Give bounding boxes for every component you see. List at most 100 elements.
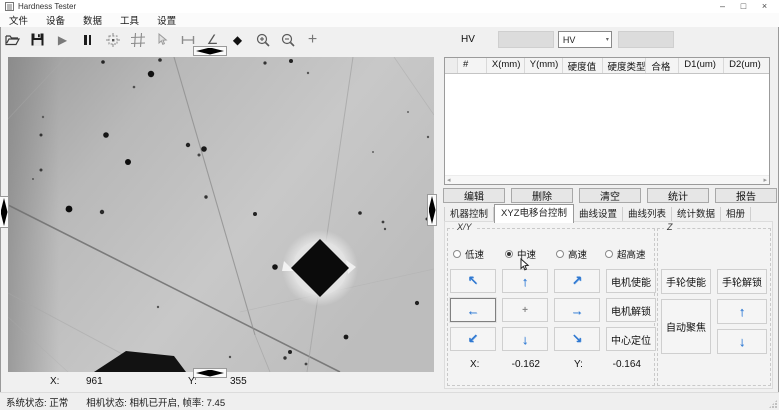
indent-marker-button[interactable]: ◆ xyxy=(225,29,250,51)
zoom-in-button[interactable] xyxy=(250,29,275,51)
maximize-button[interactable]: □ xyxy=(733,0,754,13)
tab-stats-data[interactable]: 统计数据 xyxy=(672,207,721,222)
stage-y-value: -0.164 xyxy=(591,359,641,370)
clear-button[interactable]: 清空 xyxy=(579,188,641,203)
radio-icon xyxy=(453,250,461,258)
tab-curve-list[interactable]: 曲线列表 xyxy=(623,207,672,222)
hv-secondary-field[interactable] xyxy=(618,31,674,48)
stage-marker-right xyxy=(427,194,437,226)
z-down-button[interactable]: ↓ xyxy=(717,329,767,354)
results-table-header: # X(mm) Y(mm) 硬度值 硬度类型 合格 D1(um) D2(um) xyxy=(445,58,769,74)
tab-album[interactable]: 相册 xyxy=(721,207,751,222)
scroll-right-icon[interactable]: ▸ xyxy=(763,177,767,184)
menu-file[interactable]: 文件 xyxy=(0,13,37,27)
radio-checked-icon xyxy=(505,250,513,258)
table-horizontal-scrollbar[interactable]: ◂ ▸ xyxy=(445,175,769,184)
stage-position-readout: X: -0.162 Y: -0.164 xyxy=(448,359,654,373)
autofocus-button[interactable]: 自动聚焦 xyxy=(661,299,711,354)
camera-y-label: Y: xyxy=(188,376,197,387)
jog-up-left-button[interactable]: ↖ xyxy=(450,269,496,293)
arrow-up-right-icon: ↗ xyxy=(572,273,583,289)
menu-tools[interactable]: 工具 xyxy=(111,13,148,27)
motor-unlock-button[interactable]: 电机解锁 xyxy=(606,298,656,322)
stage-x-label: X: xyxy=(470,359,479,370)
jog-up-right-button[interactable]: ↗ xyxy=(554,269,600,293)
col-d2-um[interactable]: D2(um) xyxy=(724,58,769,73)
grid-icon xyxy=(131,33,145,47)
pointer-button[interactable] xyxy=(150,29,175,51)
control-tabs: 机器控制 XYZ电移台控制 曲线设置 曲线列表 统计数据 相册 xyxy=(444,204,777,222)
scroll-left-icon[interactable]: ◂ xyxy=(447,177,451,184)
hardness-unit-select[interactable]: HV ▾ xyxy=(558,31,612,48)
open-folder-icon xyxy=(5,33,20,46)
jog-center-button[interactable]: + xyxy=(502,298,548,322)
status-bar: 系统状态: 正常 相机状态: 相机已开启, 帧率: 7.45 xyxy=(0,392,779,410)
edit-button[interactable]: 编辑 xyxy=(443,188,505,203)
save-icon xyxy=(31,33,44,46)
col-d1-um[interactable]: D1(um) xyxy=(679,58,724,73)
hv-value-field[interactable] xyxy=(498,31,554,48)
play-button[interactable]: ▶ xyxy=(50,29,75,51)
pointer-cursor-icon xyxy=(157,33,168,46)
col-y-mm[interactable]: Y(mm) xyxy=(525,58,563,73)
delete-button[interactable]: 删除 xyxy=(511,188,573,203)
menu-data[interactable]: 数据 xyxy=(74,13,111,27)
focus-target-button[interactable] xyxy=(100,29,125,51)
stage-y-label: Y: xyxy=(574,359,583,370)
open-folder-button[interactable] xyxy=(0,29,25,51)
menu-settings[interactable]: 设置 xyxy=(148,13,185,27)
speed-high-radio[interactable]: 高速 xyxy=(556,247,587,261)
system-status-text: 系统状态: 正常 xyxy=(6,395,68,409)
col-pass[interactable]: 合格 xyxy=(646,58,679,73)
z-up-button[interactable]: ↑ xyxy=(717,299,767,324)
crosshair-button[interactable]: + xyxy=(300,29,325,51)
stage-marker-top xyxy=(193,46,227,56)
camera-x-label: X: xyxy=(50,376,59,387)
arrow-down-right-icon: ↘ xyxy=(572,331,583,347)
save-button[interactable] xyxy=(25,29,50,51)
handwheel-enable-button[interactable]: 手轮使能 xyxy=(661,269,711,294)
arrow-up-icon: ↑ xyxy=(522,274,529,289)
col-index[interactable]: # xyxy=(458,58,487,73)
zoom-out-button[interactable] xyxy=(275,29,300,51)
zoom-out-icon xyxy=(281,33,295,47)
focus-target-icon xyxy=(106,33,120,47)
col-hardness-type[interactable]: 硬度类型 xyxy=(603,58,647,73)
grid-button[interactable] xyxy=(125,29,150,51)
jog-up-button[interactable]: ↑ xyxy=(502,269,548,293)
speed-ultra-radio[interactable]: 超高速 xyxy=(605,247,646,261)
tab-xyz-stage-control[interactable]: XYZ电移台控制 xyxy=(494,204,574,223)
col-x-mm[interactable]: X(mm) xyxy=(487,58,525,73)
zoom-in-icon xyxy=(256,33,270,47)
minimize-button[interactable]: – xyxy=(712,0,733,13)
camera-status-text: 相机状态: 相机已开启, 帧率: 7.45 xyxy=(86,395,225,409)
crosshair-plus-icon: + xyxy=(308,32,317,48)
row-selector-header xyxy=(445,58,458,73)
close-button[interactable]: × xyxy=(754,0,775,13)
jog-down-button[interactable]: ↓ xyxy=(502,327,548,351)
z-groupbox: Z 手轮使能 手轮解锁 自动聚焦 ↑ ↓ xyxy=(657,228,771,386)
jog-down-right-button[interactable]: ↘ xyxy=(554,327,600,351)
results-table: # X(mm) Y(mm) 硬度值 硬度类型 合格 D1(um) D2(um) … xyxy=(444,57,770,185)
window-title: Hardness Tester xyxy=(18,2,76,11)
motor-enable-button[interactable]: 电机使能 xyxy=(606,269,656,293)
resize-grip[interactable] xyxy=(769,400,777,408)
arrow-down-icon: ↓ xyxy=(739,334,746,349)
jog-right-button[interactable]: → xyxy=(554,298,600,322)
chevron-down-icon: ▾ xyxy=(606,36,609,43)
pause-button[interactable] xyxy=(75,29,100,51)
jog-down-left-button[interactable]: ↙ xyxy=(450,327,496,351)
menu-device[interactable]: 设备 xyxy=(37,13,74,27)
jog-left-button[interactable]: ← xyxy=(450,298,496,322)
col-hardness-value[interactable]: 硬度值 xyxy=(563,58,603,73)
camera-y-value: 355 xyxy=(230,376,247,387)
report-button[interactable]: 报告 xyxy=(715,188,777,203)
stats-button[interactable]: 统计 xyxy=(647,188,709,203)
tab-curve-settings[interactable]: 曲线设置 xyxy=(574,207,623,222)
camera-image-view[interactable] xyxy=(8,57,434,372)
center-position-button[interactable]: 中心定位 xyxy=(606,327,656,351)
radio-icon xyxy=(556,250,564,258)
handwheel-unlock-button[interactable]: 手轮解锁 xyxy=(717,269,767,294)
tab-machine-control[interactable]: 机器控制 xyxy=(444,207,494,222)
speed-low-radio[interactable]: 低速 xyxy=(453,247,484,261)
